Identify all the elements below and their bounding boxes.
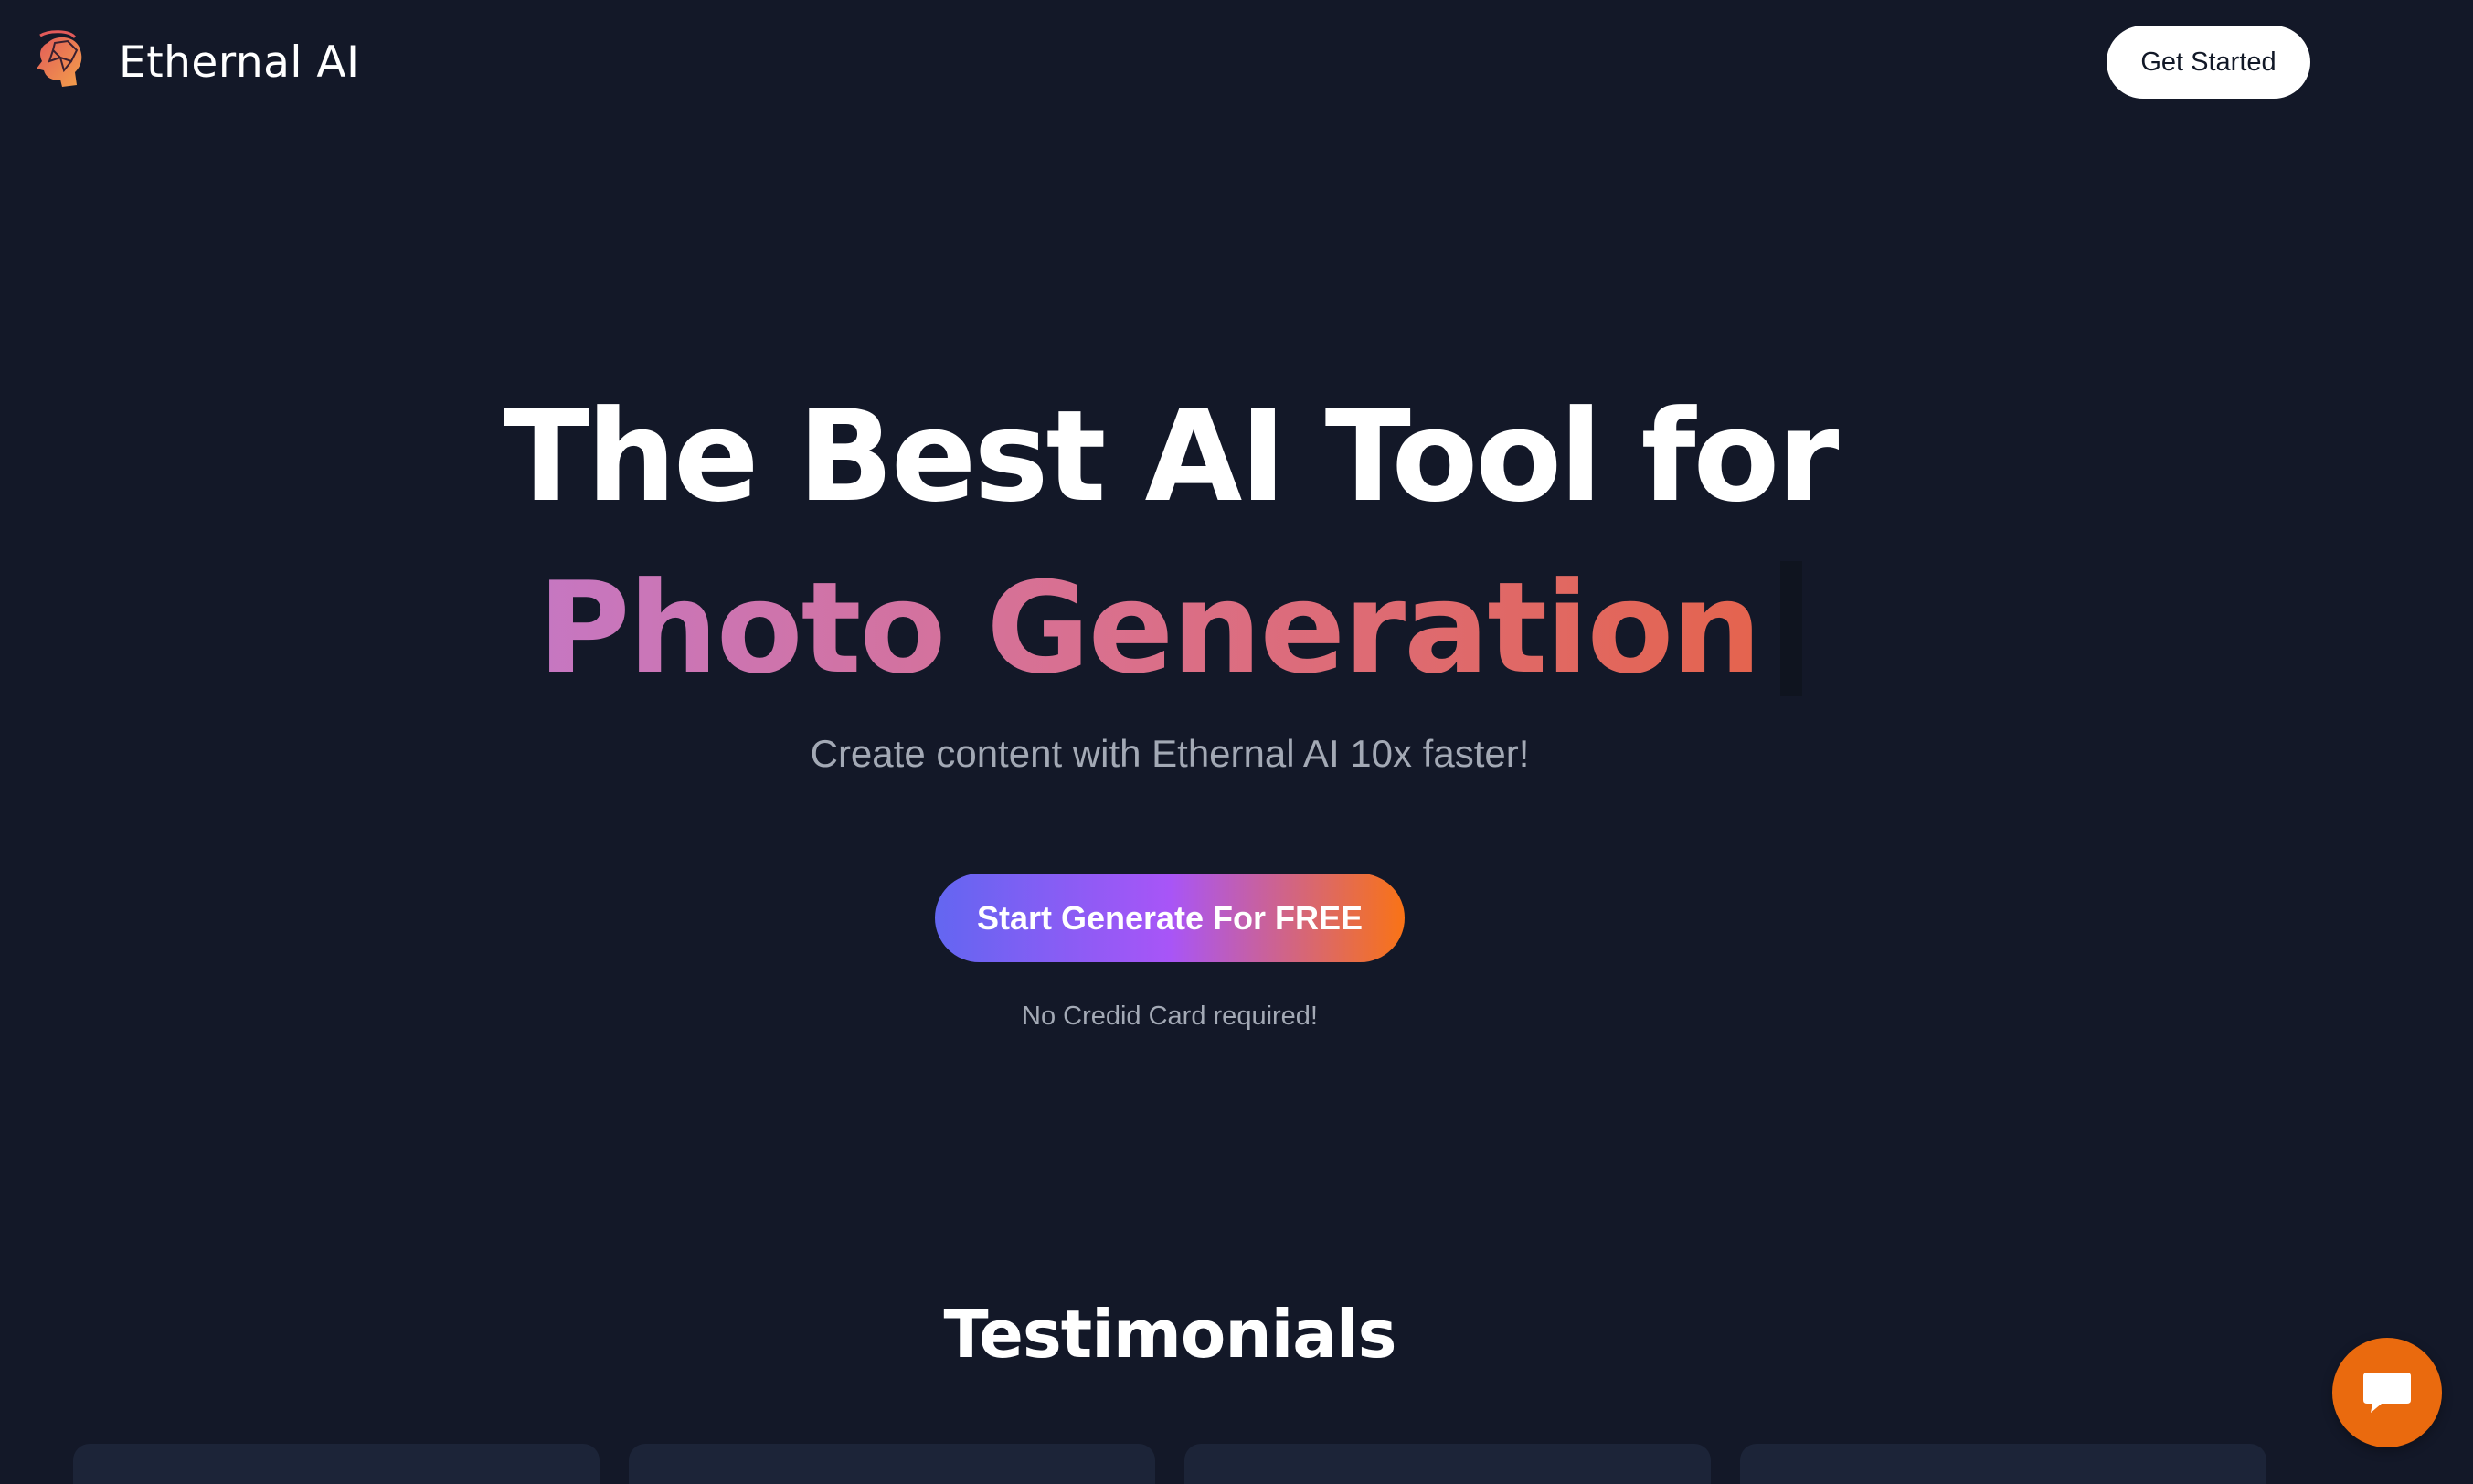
- typing-caret: [1779, 560, 1802, 696]
- no-credit-card-note: No Credid Card required!: [1022, 1002, 1318, 1031]
- hero-gradient-text: Photo Generation: [537, 551, 1761, 706]
- chat-button[interactable]: [2332, 1338, 2442, 1447]
- start-generate-button[interactable]: Start Generate For FREE: [935, 874, 1405, 962]
- brand-home-link[interactable]: Ethernal AI: [27, 27, 359, 97]
- hero-subtitle: Create content with Ethernal AI 10x fast…: [810, 732, 1530, 775]
- hero-title-line2: Photo Generation: [0, 548, 2340, 708]
- testimonial-card: [629, 1444, 1155, 1484]
- testimonial-card: [73, 1444, 600, 1484]
- testimonial-card: [1184, 1444, 1711, 1484]
- testimonials-title: Testimonials: [943, 1296, 1397, 1373]
- brand-name: Ethernal AI: [119, 37, 360, 88]
- testimonials-list: [73, 1444, 2266, 1484]
- brand-logo-icon: [27, 30, 91, 94]
- testimonial-card: [1740, 1444, 2266, 1484]
- chat-bubble-icon: [2360, 1369, 2415, 1416]
- get-started-button[interactable]: Get Started: [2107, 26, 2310, 99]
- hero-title-line1: The Best AI Tool for: [503, 383, 1840, 530]
